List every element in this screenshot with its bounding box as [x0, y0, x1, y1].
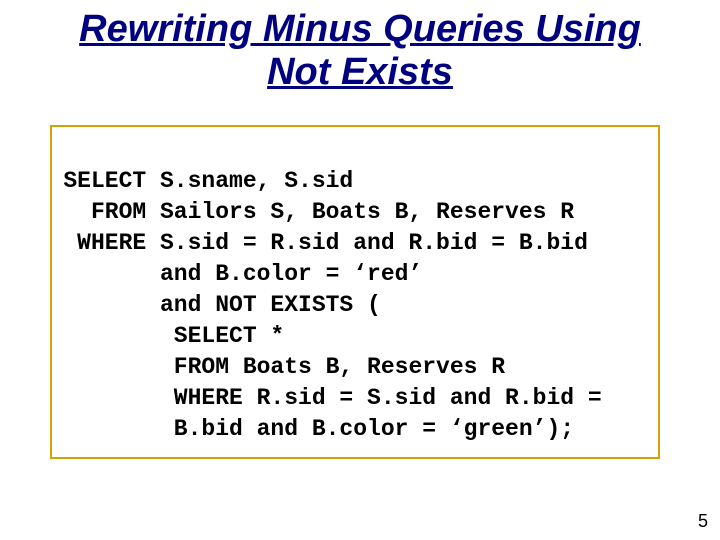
title-line-1: Rewriting Minus Queries Using [79, 8, 641, 50]
kw-select: SELECT [62, 166, 146, 197]
code-box: SELECT S.sname, S.sid FROM Sailors S, Bo… [50, 125, 660, 459]
select-body: S.sname, S.sid [160, 166, 353, 197]
slide: Rewriting Minus Queries Using Not Exists… [0, 0, 720, 540]
slide-title: Rewriting Minus Queries Using Not Exists [0, 0, 720, 99]
sub-line-1: SELECT * [160, 321, 284, 352]
sql-code: SELECT S.sname, S.sid FROM Sailors S, Bo… [62, 135, 648, 445]
where-line-2: and B.color = ‘red’ [160, 259, 422, 290]
from-body: Sailors S, Boats B, Reserves R [160, 197, 574, 228]
sub-line-4: B.bid and B.color = ‘green’); [160, 414, 574, 445]
title-line-2: Not Exists [267, 51, 453, 93]
page-number: 5 [698, 511, 708, 532]
where-line-3: and NOT EXISTS ( [160, 290, 381, 321]
where-line-1: S.sid = R.sid and R.bid = B.bid [160, 228, 588, 259]
sub-line-3: WHERE R.sid = S.sid and R.bid = [160, 383, 602, 414]
sub-line-2: FROM Boats B, Reserves R [160, 352, 505, 383]
kw-where: WHERE [62, 228, 146, 259]
kw-from: FROM [62, 197, 146, 228]
